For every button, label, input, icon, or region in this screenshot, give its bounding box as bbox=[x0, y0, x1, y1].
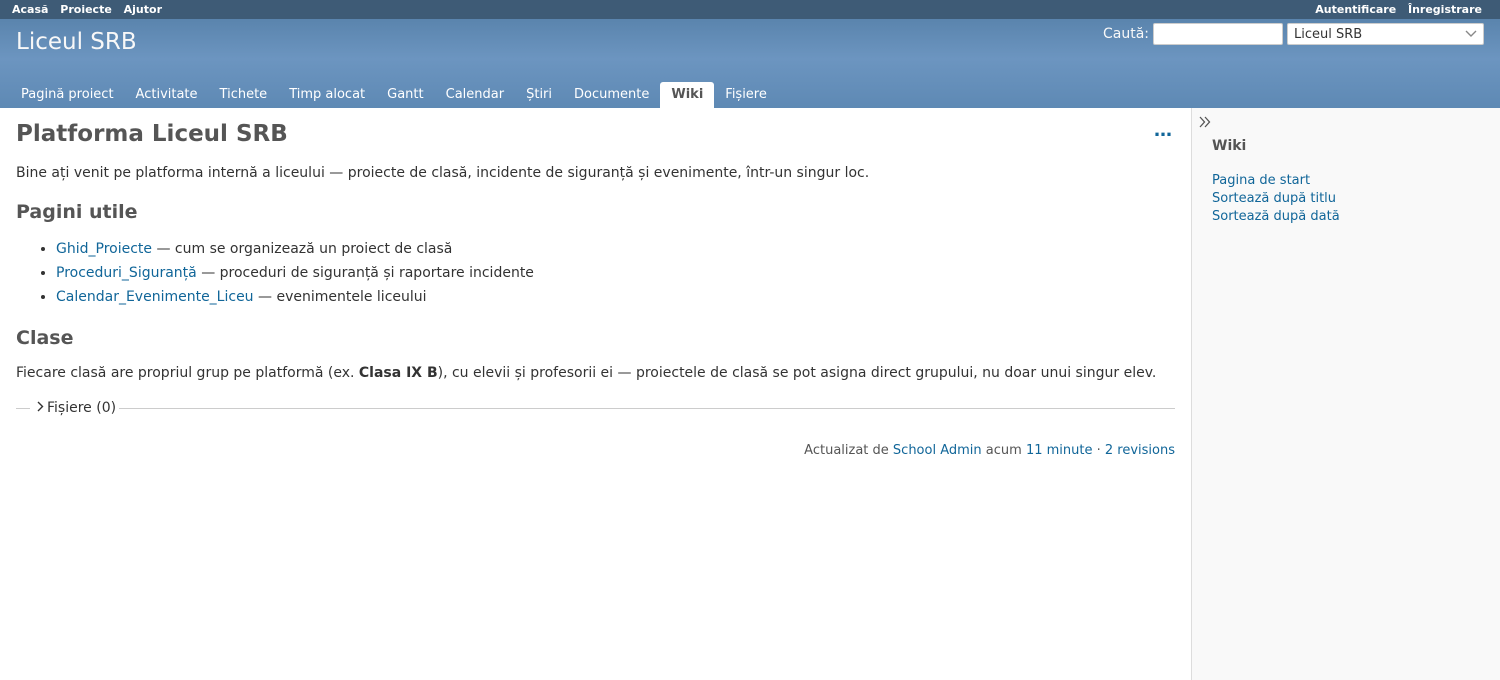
classes-text-post: ), cu elevii și profesorii ei — proiecte… bbox=[437, 365, 1157, 381]
classes-text: Fiecare clasă are propriul grup pe platf… bbox=[16, 363, 1175, 383]
top-menu-projects[interactable]: Proiecte bbox=[60, 3, 112, 16]
sidebar-link-sort-date[interactable]: Sortează după dată bbox=[1212, 208, 1480, 226]
updated-mid: acum bbox=[981, 443, 1026, 458]
wiki-link[interactable]: Ghid_Proiecte bbox=[56, 241, 152, 257]
list-item: Proceduri_Siguranță — proceduri de sigur… bbox=[56, 261, 1175, 285]
more-actions-icon[interactable]: … bbox=[1154, 120, 1173, 141]
top-menu-left: Acasă Proiecte Ajutor bbox=[12, 3, 170, 16]
tab-activity[interactable]: Activitate bbox=[125, 82, 209, 108]
classes-text-pre: Fiecare clasă are propriul grup pe platf… bbox=[16, 365, 359, 381]
updated-prefix: Actualizat de bbox=[804, 443, 893, 458]
login-link[interactable]: Autentificare bbox=[1315, 3, 1396, 16]
tab-time-entries[interactable]: Timp alocat bbox=[278, 82, 376, 108]
project-jump-select[interactable]: Liceul SRB bbox=[1287, 23, 1484, 45]
chevron-right-icon bbox=[36, 400, 47, 416]
main: … Platforma Liceul SRB Bine ați venit pe… bbox=[0, 108, 1500, 680]
sidebar: Wiki Pagina de start Sortează după titlu… bbox=[1191, 108, 1500, 680]
page-info: Actualizat de School Admin acum 11 minut… bbox=[16, 443, 1175, 458]
author-link[interactable]: School Admin bbox=[893, 443, 982, 458]
top-menu-help[interactable]: Ajutor bbox=[124, 3, 162, 16]
main-menu: Pagină proiect Activitate Tichete Timp a… bbox=[10, 82, 778, 108]
register-link[interactable]: Înregistrare bbox=[1408, 3, 1482, 16]
tab-gantt[interactable]: Gantt bbox=[376, 82, 434, 108]
project-jump-value: Liceul SRB bbox=[1294, 26, 1363, 42]
useful-pages-list: Ghid_Proiecte — cum se organizează un pr… bbox=[16, 237, 1175, 309]
divider bbox=[16, 407, 30, 409]
revisions-link[interactable]: 2 revisions bbox=[1105, 443, 1175, 458]
top-menu: Acasă Proiecte Ajutor Autentificare Înre… bbox=[0, 0, 1500, 19]
tab-issues[interactable]: Tichete bbox=[209, 82, 279, 108]
classes-heading: Clase bbox=[16, 327, 74, 349]
sidebar-link-sort-title[interactable]: Sortează după titlu bbox=[1212, 190, 1480, 208]
attachments-section: Fișiere (0) bbox=[16, 400, 1175, 416]
sidebar-link-start-page[interactable]: Pagina de start bbox=[1212, 172, 1480, 190]
chevron-down-icon bbox=[1465, 30, 1477, 38]
page-title: Platforma Liceul SRB bbox=[16, 121, 288, 147]
tab-project-overview[interactable]: Pagină proiect bbox=[10, 82, 125, 108]
attachments-toggle[interactable]: Fișiere (0) bbox=[30, 400, 119, 416]
tab-files[interactable]: Fișiere bbox=[714, 82, 778, 108]
tab-calendar[interactable]: Calendar bbox=[435, 82, 515, 108]
separator: · bbox=[1092, 443, 1105, 458]
tab-documents[interactable]: Documente bbox=[563, 82, 660, 108]
time-link[interactable]: 11 minute bbox=[1026, 443, 1093, 458]
search-label: Caută: bbox=[1102, 26, 1149, 42]
wiki-link[interactable]: Proceduri_Siguranță bbox=[56, 265, 197, 281]
divider bbox=[119, 407, 1175, 409]
top-menu-home[interactable]: Acasă bbox=[12, 3, 48, 16]
project-title: Liceul SRB bbox=[16, 29, 137, 55]
collapse-sidebar-icon[interactable] bbox=[1198, 116, 1212, 134]
class-example: Clasa IX B bbox=[358, 365, 438, 381]
wiki-content: … Platforma Liceul SRB Bine ați venit pe… bbox=[0, 108, 1191, 680]
account-menu: Autentificare Înregistrare bbox=[1307, 3, 1482, 16]
sidebar-heading: Wiki bbox=[1212, 138, 1247, 154]
link-description: — evenimentele liceului bbox=[253, 289, 427, 305]
header: Liceul SRB Caută: Liceul SRB Pagină proi… bbox=[0, 19, 1500, 108]
link-description: — cum se organizează un proiect de clasă bbox=[152, 241, 453, 257]
quick-search: Caută: Liceul SRB bbox=[1103, 23, 1484, 45]
useful-pages-heading: Pagini utile bbox=[16, 201, 138, 223]
intro-text: Bine ați venit pe platforma internă a li… bbox=[16, 165, 870, 181]
search-input[interactable] bbox=[1153, 23, 1283, 45]
list-item: Calendar_Evenimente_Liceu — evenimentele… bbox=[56, 285, 1175, 309]
list-item: Ghid_Proiecte — cum se organizează un pr… bbox=[56, 237, 1175, 261]
tab-news[interactable]: Știri bbox=[515, 82, 563, 108]
wiki-link[interactable]: Calendar_Evenimente_Liceu bbox=[56, 289, 254, 305]
link-description: — proceduri de siguranță și raportare in… bbox=[196, 265, 534, 281]
attachments-label: Fișiere (0) bbox=[47, 400, 117, 416]
tab-wiki[interactable]: Wiki bbox=[660, 82, 715, 108]
